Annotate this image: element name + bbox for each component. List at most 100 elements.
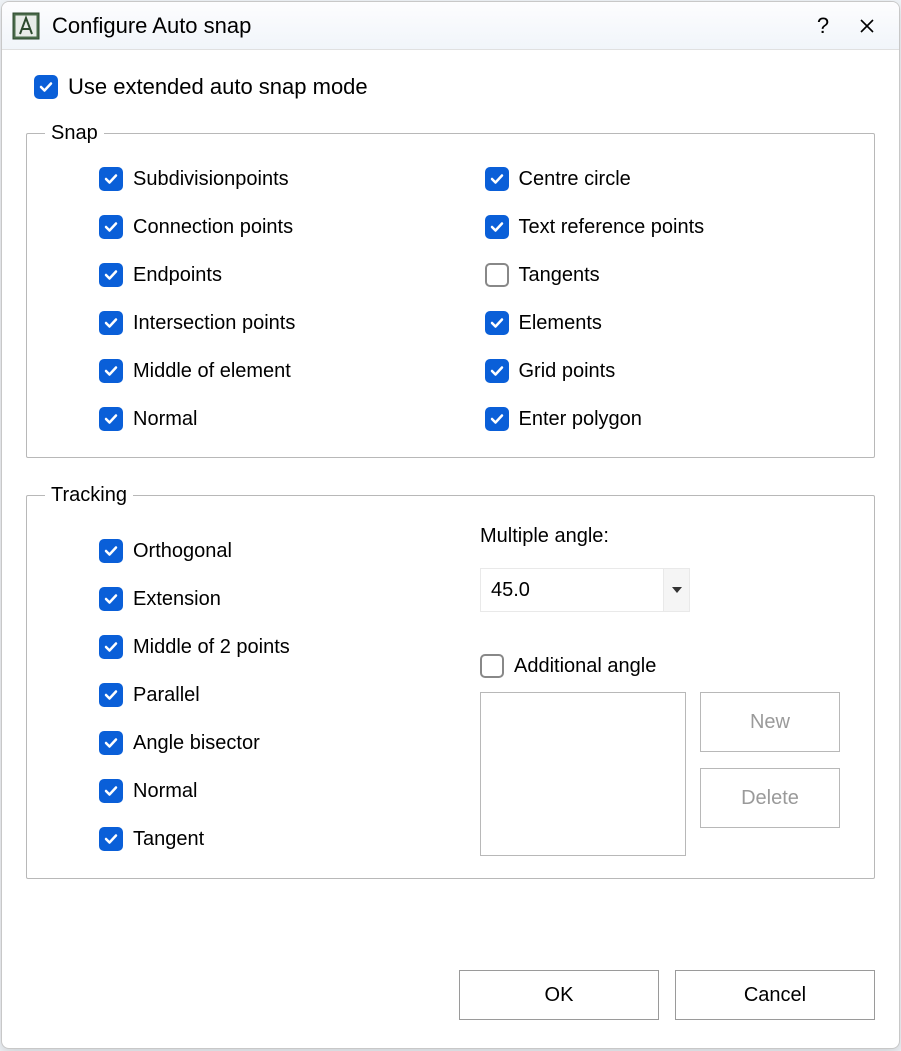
snap-right-checkbox-1[interactable]: Text reference points [485,215,851,239]
checkmark-icon [103,543,119,559]
close-icon [859,18,875,34]
checkmark-icon [103,315,119,331]
snap-right-checkbox-0[interactable]: Centre circle [485,167,851,191]
snap-right-checkbox-3[interactable]: Elements [485,311,851,335]
snap-right-column: Centre circle Text reference points Tangen… [465,167,851,435]
checkbox-label: Tangents [519,264,600,287]
tracking-checkbox-3[interactable]: Parallel [99,683,480,707]
checkbox-label: Centre circle [519,168,631,191]
app-icon [12,12,40,40]
dialog-window: Configure Auto snap ? Use extended auto … [1,1,900,1049]
additional-angle-list[interactable] [480,692,686,856]
question-icon: ? [817,13,829,39]
checkbox-box [99,587,123,611]
multiple-angle-combo[interactable]: 45.0 [480,568,690,612]
checkbox-label: Endpoints [133,264,222,287]
tracking-left-column: Orthogonal Extension Middle of 2 points Par… [51,529,480,856]
close-button[interactable] [845,8,889,44]
checkbox-box [99,683,123,707]
dialog-title: Configure Auto snap [52,13,801,39]
checkbox-box [485,263,509,287]
snap-left-checkbox-1[interactable]: Connection points [99,215,465,239]
tracking-right-column: Multiple angle: 45.0 Additional angle [480,529,850,856]
checkbox-box [485,311,509,335]
checkmark-icon [38,79,54,95]
snap-left-checkbox-2[interactable]: Endpoints [99,263,465,287]
checkmark-icon [103,783,119,799]
snap-right-checkbox-4[interactable]: Grid points [485,359,851,383]
cancel-button[interactable]: Cancel [675,970,875,1020]
titlebar: Configure Auto snap ? [2,2,899,50]
snap-left-checkbox-0[interactable]: Subdivisionpoints [99,167,465,191]
checkmark-icon [489,315,505,331]
checkbox-label: Normal [133,780,197,803]
checkmark-icon [103,831,119,847]
checkbox-box [99,407,123,431]
checkbox-box [99,827,123,851]
help-button[interactable]: ? [801,8,845,44]
extended-mode-checkbox[interactable]: Use extended auto snap mode [34,74,875,100]
checkbox-label: Middle of element [133,360,291,383]
checkbox-label: Parallel [133,684,200,707]
checkbox-label: Angle bisector [133,732,260,755]
checkbox-box [485,215,509,239]
checkbox-box [99,731,123,755]
checkbox-box [480,654,504,678]
checkbox-label: Grid points [519,360,616,383]
snap-group: Snap Subdivisionpoints Connection points E… [26,122,875,458]
chevron-down-icon [663,569,689,611]
dialog-content: Use extended auto snap mode Snap Subdivi… [2,50,899,970]
checkbox-box [34,75,58,99]
checkmark-icon [103,363,119,379]
checkmark-icon [489,363,505,379]
checkmark-icon [103,171,119,187]
tracking-checkbox-5[interactable]: Normal [99,779,480,803]
checkbox-label: Subdivisionpoints [133,168,289,191]
checkbox-box [485,407,509,431]
checkbox-box [99,311,123,335]
checkmark-icon [103,639,119,655]
checkbox-box [99,635,123,659]
checkmark-icon [489,411,505,427]
checkbox-label: Use extended auto snap mode [68,74,368,100]
checkbox-label: Enter polygon [519,408,642,431]
checkbox-box [485,359,509,383]
tracking-checkbox-2[interactable]: Middle of 2 points [99,635,480,659]
checkbox-label: Elements [519,312,602,335]
checkmark-icon [489,219,505,235]
tracking-checkbox-0[interactable]: Orthogonal [99,539,480,563]
checkbox-label: Orthogonal [133,540,232,563]
ok-button[interactable]: OK [459,970,659,1020]
snap-left-checkbox-3[interactable]: Intersection points [99,311,465,335]
checkbox-label: Text reference points [519,216,705,239]
snap-right-checkbox-5[interactable]: Enter polygon [485,407,851,431]
dialog-footer: OK Cancel [2,970,899,1048]
checkbox-label: Intersection points [133,312,295,335]
checkbox-label: Middle of 2 points [133,636,290,659]
tracking-legend: Tracking [45,484,133,507]
checkmark-icon [103,735,119,751]
snap-legend: Snap [45,122,104,145]
checkbox-label: Tangent [133,828,204,851]
checkmark-icon [103,219,119,235]
new-button[interactable]: New [700,692,840,752]
snap-left-checkbox-5[interactable]: Normal [99,407,465,431]
checkbox-box [99,167,123,191]
checkmark-icon [103,411,119,427]
snap-left-checkbox-4[interactable]: Middle of element [99,359,465,383]
additional-angle-checkbox[interactable]: Additional angle [480,654,850,678]
checkmark-icon [103,267,119,283]
tracking-checkbox-6[interactable]: Tangent [99,827,480,851]
tracking-checkbox-4[interactable]: Angle bisector [99,731,480,755]
delete-button[interactable]: Delete [700,768,840,828]
snap-right-checkbox-2[interactable]: Tangents [485,263,851,287]
checkmark-icon [103,687,119,703]
tracking-group: Tracking Orthogonal Extension Middle of 2 … [26,484,875,879]
checkbox-box [99,215,123,239]
multiple-angle-label: Multiple angle: [480,525,850,548]
checkmark-icon [103,591,119,607]
checkbox-box [99,539,123,563]
checkbox-box [485,167,509,191]
tracking-checkbox-1[interactable]: Extension [99,587,480,611]
multiple-angle-value: 45.0 [491,579,663,602]
